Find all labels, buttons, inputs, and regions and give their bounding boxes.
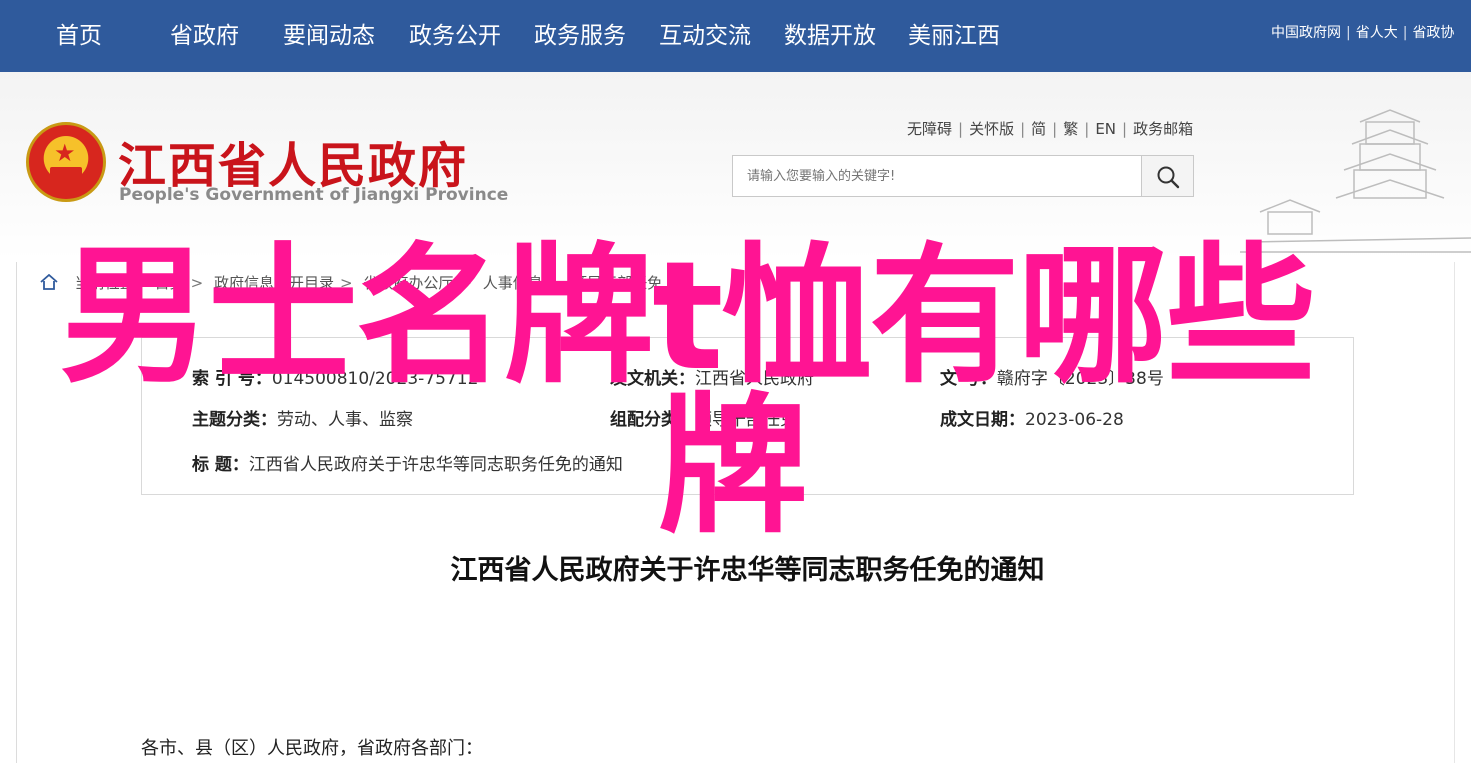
nav-item-home[interactable]: 首页 — [56, 0, 102, 72]
link-provincial-cppcc[interactable]: 省政协 — [1412, 22, 1454, 42]
nav-item-province-gov[interactable]: 省政府 — [170, 0, 239, 72]
top-nav-bar: 首页 省政府 要闻动态 政务公开 政务服务 互动交流 数据开放 美丽江西 中国政… — [0, 0, 1471, 72]
overlay-headline: 男士名牌t恤有哪些 牌 — [60, 242, 1360, 542]
content-border-left — [16, 262, 17, 763]
home-icon — [40, 273, 60, 294]
divider: | — [1402, 25, 1408, 41]
divider: | — [1020, 120, 1026, 138]
nav-item-interaction[interactable]: 互动交流 — [659, 0, 751, 72]
link-provincial-congress[interactable]: 省人大 — [1356, 22, 1398, 42]
overlay-line-1: 男士名牌t恤有哪些 — [60, 230, 1316, 404]
overlay-line-2: 牌 — [658, 380, 809, 554]
nav-item-news[interactable]: 要闻动态 — [283, 0, 375, 72]
content-border-right — [1454, 262, 1455, 763]
link-traditional[interactable]: 繁 — [1063, 120, 1078, 138]
tiananmen-icon — [50, 167, 82, 181]
site-subtitle: People's Government of Jiangxi Province — [119, 185, 509, 205]
divider: | — [1346, 25, 1351, 41]
divider: | — [958, 120, 964, 138]
link-gov-mail[interactable]: 政务邮箱 — [1133, 120, 1193, 138]
search-box — [732, 155, 1142, 197]
nav-item-gov-services[interactable]: 政务服务 — [534, 0, 626, 72]
utility-links: 无障碍 | 关怀版 | 简 | 繁 | EN | 政务邮箱 — [907, 118, 1193, 139]
search-input[interactable] — [733, 156, 1141, 196]
link-accessibility[interactable]: 无障碍 — [907, 120, 952, 138]
divider: | — [1122, 120, 1128, 138]
national-emblem-icon: ★ — [26, 122, 106, 202]
link-care-mode[interactable]: 关怀版 — [969, 120, 1014, 138]
link-english[interactable]: EN — [1095, 120, 1116, 138]
divider: | — [1084, 120, 1090, 138]
nav-item-beautiful-jiangxi[interactable]: 美丽江西 — [908, 0, 1000, 72]
link-simplified[interactable]: 简 — [1031, 120, 1046, 138]
top-external-links: 中国政府网 | 省人大 | 省政协 — [1271, 22, 1471, 44]
search-button[interactable] — [1141, 155, 1194, 197]
search-icon — [1157, 166, 1180, 189]
nav-item-open-data[interactable]: 数据开放 — [784, 0, 876, 72]
document-salutation: 各市、县（区）人民政府，省政府各部门： — [141, 738, 483, 759]
divider: | — [1052, 120, 1058, 138]
link-china-gov[interactable]: 中国政府网 — [1271, 22, 1341, 42]
nav-item-gov-affairs-open[interactable]: 政务公开 — [409, 0, 501, 72]
star-icon: ★ — [54, 139, 76, 167]
